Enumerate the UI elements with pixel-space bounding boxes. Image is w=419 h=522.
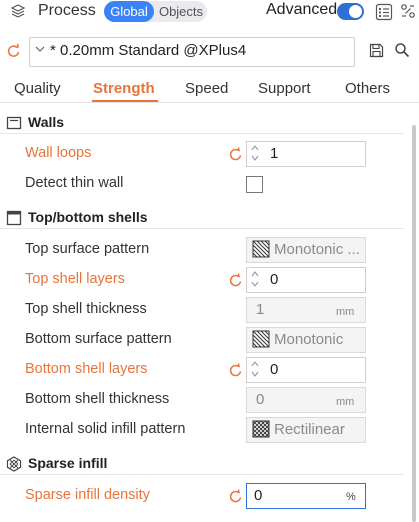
top-shell-thickness-value: 1	[256, 301, 265, 318]
top-shell-layers-label: Top shell layers	[25, 271, 125, 287]
save-icon[interactable]	[369, 43, 384, 58]
undo-icon[interactable]	[228, 147, 243, 162]
walls-section-title: Walls	[28, 114, 65, 130]
spinner-arrows-icon[interactable]	[250, 269, 260, 289]
sparse-infill-density-value: 0	[254, 487, 263, 504]
layers-icon	[10, 4, 26, 18]
top-surface-pattern-label: Top surface pattern	[25, 241, 150, 257]
preset-name: * 0.20mm Standard @XPlus4	[50, 42, 247, 59]
toggle-knob	[349, 5, 362, 18]
section-divider	[0, 133, 404, 134]
unit-label: mm	[336, 396, 355, 408]
reset-icon[interactable]	[6, 43, 22, 59]
active-tab-indicator	[92, 100, 158, 102]
detect-thin-wall-label: Detect thin wall	[25, 175, 124, 191]
tab-others[interactable]: Others	[345, 80, 390, 97]
top-shell-layers-value: 0	[270, 271, 279, 288]
section-divider	[0, 474, 404, 475]
undo-icon[interactable]	[228, 273, 243, 288]
rectilinear-pattern-icon	[252, 420, 270, 438]
tab-strength[interactable]: Strength	[93, 80, 155, 97]
sparse-infill-icon	[6, 456, 22, 472]
bottom-shell-thickness-value: 0	[256, 391, 265, 408]
unit-label: mm	[336, 306, 355, 318]
bottom-shell-layers-value: 0	[270, 361, 279, 378]
tab-quality[interactable]: Quality	[14, 80, 61, 97]
detect-thin-wall-checkbox[interactable]	[246, 176, 263, 193]
objects-toggle-button[interactable]: Objects	[156, 1, 206, 22]
search-icon[interactable]	[394, 42, 410, 58]
top-bottom-shells-title: Top/bottom shells	[28, 209, 148, 225]
tab-support[interactable]: Support	[258, 80, 311, 97]
spinner-arrows-icon[interactable]	[250, 143, 260, 163]
top-shell-thickness-label: Top shell thickness	[25, 301, 147, 317]
unit-label: %	[346, 491, 356, 503]
wall-loops-input[interactable]	[246, 141, 366, 167]
bottom-surface-pattern-label: Bottom surface pattern	[25, 331, 172, 347]
parameter-list-icon[interactable]	[375, 3, 393, 21]
wall-loops-label: Wall loops	[25, 145, 92, 161]
compare-presets-icon[interactable]	[400, 3, 416, 19]
top-surface-pattern-value: Monotonic ...	[274, 241, 360, 258]
bottom-surface-pattern-value: Monotonic	[274, 331, 344, 348]
monotonic-pattern-icon	[252, 240, 270, 258]
monotonic-pattern-icon	[252, 330, 270, 348]
global-toggle-button[interactable]: Global	[104, 1, 154, 22]
process-title: Process	[38, 2, 96, 19]
undo-icon[interactable]	[228, 489, 243, 504]
internal-solid-infill-pattern-label: Internal solid infill pattern	[25, 421, 186, 437]
tab-speed[interactable]: Speed	[185, 80, 228, 97]
shells-icon	[6, 210, 22, 226]
sparse-infill-density-label: Sparse infill density	[25, 487, 150, 503]
wall-loops-value: 1	[270, 145, 279, 162]
vertical-scrollbar[interactable]	[412, 125, 416, 522]
bottom-shell-layers-label: Bottom shell layers	[25, 361, 148, 377]
internal-solid-infill-pattern-value: Rectilinear	[274, 421, 345, 438]
sparse-infill-title: Sparse infill	[28, 455, 108, 471]
advanced-label: Advanced	[266, 1, 338, 18]
spinner-arrows-icon[interactable]	[250, 359, 260, 379]
chevron-down-icon	[35, 46, 45, 52]
bottom-shell-layers-input[interactable]	[246, 357, 366, 383]
bottom-shell-thickness-label: Bottom shell thickness	[25, 391, 170, 407]
tab-bar-divider	[0, 102, 419, 103]
walls-icon	[6, 116, 22, 130]
top-shell-layers-input[interactable]	[246, 267, 366, 293]
section-divider	[0, 228, 404, 229]
undo-icon[interactable]	[228, 363, 243, 378]
